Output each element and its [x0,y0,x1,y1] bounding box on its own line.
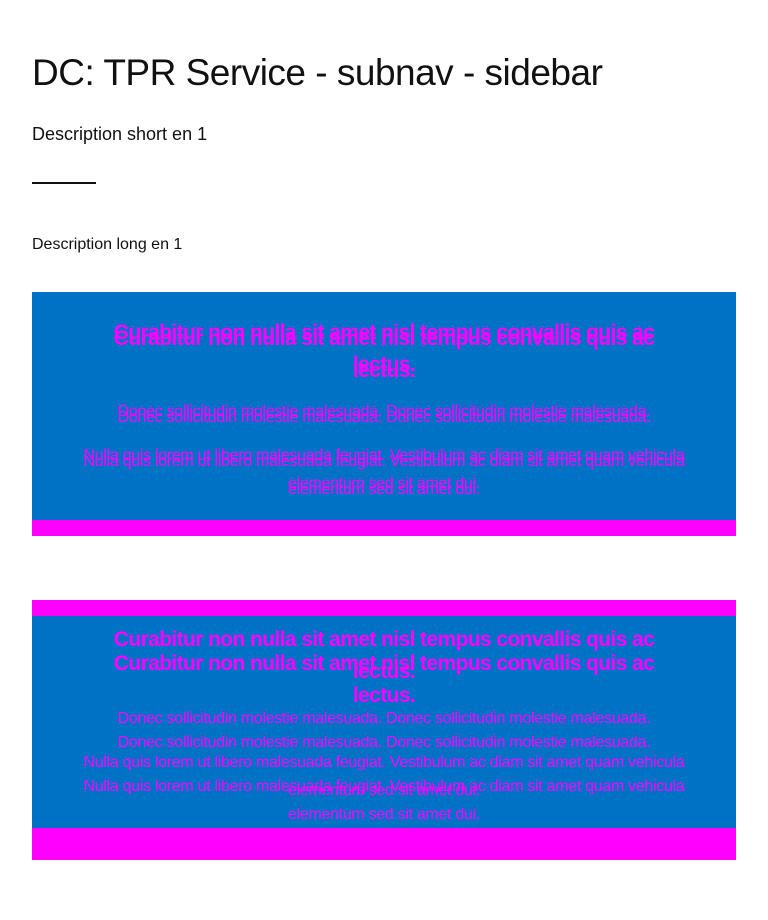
sidebar-panel-2-top-bar [32,600,736,616]
description-short: Description short en 1 [32,124,208,144]
divider [32,182,96,184]
sidebar-panel-1-bar [32,520,736,536]
sidebar-panel-2-bottom-bar [32,828,736,860]
description-long: Description long en 1 [32,236,183,253]
sidebar-heading: Curabitur non nulla sit amet nisl tempus… [113,652,655,707]
sidebar-paragraph-2: Nulla quis lorem ut libero malesuada feu… [83,453,685,498]
page-title: DC: TPR Service - subnav - sidebar [32,52,603,93]
sidebar-paragraph-1: Donec sollicitudin molestie malesuada. D… [117,409,651,426]
sidebar-paragraph-1: Donec sollicitudin molestie malesuada. D… [117,734,651,751]
sidebar-heading: Curabitur non nulla sit amet nisl tempus… [113,327,655,382]
sidebar-paragraph-2: Nulla quis lorem ut libero malesuada feu… [83,778,685,823]
